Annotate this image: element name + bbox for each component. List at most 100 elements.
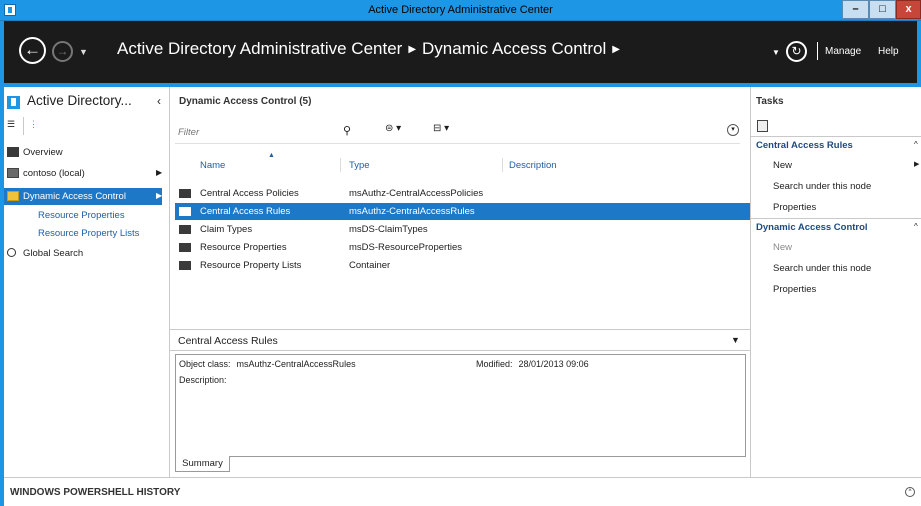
domain-icon bbox=[7, 168, 19, 178]
navigation-pane-title[interactable]: Active Directory... bbox=[27, 93, 132, 108]
task-new[interactable]: New ▶ bbox=[751, 157, 921, 174]
expand-arrow-icon[interactable]: ▶ bbox=[156, 168, 162, 177]
nav-item-label: Resource Property Lists bbox=[38, 228, 140, 239]
breadcrumb-item-adac[interactable]: Active Directory Administrative Center bbox=[117, 39, 402, 58]
nav-item-domain[interactable]: contoso (local) ▶ bbox=[4, 165, 162, 182]
description-field: Description: bbox=[179, 375, 227, 385]
nav-item-overview[interactable]: Overview bbox=[4, 144, 162, 161]
filter-input[interactable] bbox=[178, 124, 358, 141]
nav-item-global-search[interactable]: Global Search bbox=[4, 245, 162, 262]
cell-name: Resource Properties bbox=[200, 242, 287, 253]
preview-header[interactable]: Central Access Rules ▼ bbox=[170, 329, 751, 351]
container-icon bbox=[179, 207, 191, 216]
nav-item-label: Dynamic Access Control bbox=[23, 191, 126, 202]
task-group-central-access-rules[interactable]: Central Access Rules ^ bbox=[751, 136, 921, 153]
task-search-under-node[interactable]: Search under this node bbox=[751, 178, 921, 195]
nav-item-dynamic-access-control[interactable]: Dynamic Access Control ▶ bbox=[4, 188, 162, 205]
expand-arrow-icon[interactable]: ▶ bbox=[156, 191, 162, 200]
breadcrumb-expand-icon[interactable]: ▶ bbox=[606, 44, 626, 55]
expand-history-icon[interactable]: ^ bbox=[905, 487, 915, 497]
breadcrumb: Active Directory Administrative Center ▶ D… bbox=[117, 39, 626, 59]
preview-title: Central Access Rules bbox=[178, 335, 278, 347]
expand-filter-icon[interactable]: ▾ bbox=[727, 124, 739, 136]
nav-item-resource-properties[interactable]: Resource Properties bbox=[4, 207, 162, 224]
table-row[interactable]: Claim Types msDS-ClaimTypes bbox=[175, 221, 750, 238]
preview-summary: Object class: msAuthz-CentralAccessRules … bbox=[175, 354, 746, 457]
breadcrumb-separator-icon[interactable]: ▶ bbox=[402, 44, 422, 55]
column-header-row: ▲ Name Type Description bbox=[175, 152, 750, 174]
view-options-icon[interactable]: ⊜ ▾ bbox=[385, 123, 401, 134]
manage-menu[interactable]: Manage bbox=[825, 46, 861, 57]
tab-summary[interactable]: Summary bbox=[175, 456, 230, 472]
column-divider[interactable] bbox=[340, 158, 341, 172]
task-label: Search under this node bbox=[773, 263, 872, 274]
help-menu[interactable]: Help bbox=[878, 46, 899, 57]
cell-type: msAuthz-CentralAccessPolicies bbox=[349, 188, 484, 199]
powershell-history-label: WINDOWS POWERSHELL HISTORY bbox=[10, 487, 181, 498]
collapse-group-icon[interactable]: ^ bbox=[914, 222, 918, 231]
dropdown-icon[interactable]: ▼ bbox=[772, 48, 780, 57]
task-group-dynamic-access-control[interactable]: Dynamic Access Control ^ bbox=[751, 218, 921, 235]
task-group-label: Dynamic Access Control bbox=[756, 222, 868, 233]
object-class-label: Object class: bbox=[179, 359, 231, 369]
nav-item-resource-property-lists[interactable]: Resource Property Lists bbox=[4, 225, 162, 242]
tasks-pane: Tasks Central Access Rules ^ New ▶ Searc… bbox=[751, 87, 921, 477]
column-header-description[interactable]: Description bbox=[509, 160, 557, 171]
column-header-type[interactable]: Type bbox=[349, 160, 370, 171]
cell-name: Central Access Rules bbox=[200, 206, 291, 217]
modified-value: 28/01/2013 09:06 bbox=[518, 359, 589, 369]
task-label: New bbox=[773, 242, 793, 253]
navigation-header: ← → ▼ Active Directory Administrative Ce… bbox=[0, 21, 921, 87]
nav-item-label: Resource Properties bbox=[38, 210, 125, 221]
task-label: New bbox=[773, 160, 793, 171]
overview-icon bbox=[7, 147, 19, 157]
task-new-disabled: New bbox=[751, 239, 921, 256]
navigation-pane: Active Directory... ‹ ☰ ⋮ Overview conto… bbox=[4, 87, 170, 477]
forward-arrow-icon[interactable]: → bbox=[52, 41, 73, 62]
cell-name: Central Access Policies bbox=[200, 188, 299, 199]
container-icon bbox=[179, 189, 191, 198]
task-search-under-node[interactable]: Search under this node bbox=[751, 260, 921, 277]
task-label: Properties bbox=[773, 284, 817, 295]
container-icon bbox=[179, 243, 191, 252]
nav-item-label: contoso (local) bbox=[23, 168, 85, 179]
cell-type: msAuthz-CentralAccessRules bbox=[349, 206, 475, 217]
collapse-preview-icon[interactable]: ▼ bbox=[731, 335, 740, 345]
navigation-pane-header: Active Directory... ‹ bbox=[4, 93, 170, 113]
save-query-icon[interactable]: ⊟ ▾ bbox=[433, 123, 449, 134]
powershell-history-bar[interactable]: WINDOWS POWERSHELL HISTORY ^ bbox=[4, 477, 921, 506]
close-button[interactable]: x bbox=[896, 0, 921, 19]
view-divider bbox=[23, 117, 24, 135]
content-title: Dynamic Access Control (5) bbox=[179, 96, 312, 107]
collapse-group-icon[interactable]: ^ bbox=[914, 140, 918, 149]
clipboard-icon[interactable] bbox=[757, 120, 768, 132]
tree-view-icon[interactable]: ⋮ bbox=[29, 119, 40, 130]
window-title: Active Directory Administrative Center bbox=[368, 4, 553, 16]
task-properties[interactable]: Properties bbox=[751, 281, 921, 298]
cell-name: Claim Types bbox=[200, 224, 253, 235]
container-icon bbox=[179, 261, 191, 270]
table-row[interactable]: Resource Properties msDS-ResourcePropert… bbox=[175, 239, 750, 256]
task-properties[interactable]: Properties bbox=[751, 199, 921, 216]
minimize-button[interactable]: – bbox=[842, 0, 869, 19]
container-icon bbox=[179, 225, 191, 234]
object-class-field: Object class: msAuthz-CentralAccessRules bbox=[179, 359, 356, 369]
breadcrumb-item-dac[interactable]: Dynamic Access Control bbox=[422, 39, 606, 58]
list-view-icon[interactable]: ☰ bbox=[7, 119, 18, 130]
sort-ascending-icon: ▲ bbox=[268, 152, 275, 159]
search-icon[interactable]: ⚲ bbox=[343, 124, 351, 137]
cell-type: Container bbox=[349, 260, 391, 271]
table-row[interactable]: Resource Property Lists Container bbox=[175, 257, 750, 274]
column-header-name[interactable]: Name bbox=[200, 160, 225, 171]
table-row[interactable]: Central Access Policies msAuthz-CentralA… bbox=[175, 185, 750, 202]
submenu-arrow-icon: ▶ bbox=[914, 161, 920, 168]
table-row[interactable]: Central Access Rules msAuthz-CentralAcce… bbox=[175, 203, 750, 220]
cell-type: msDS-ClaimTypes bbox=[349, 224, 428, 235]
back-arrow-icon[interactable]: ← bbox=[19, 37, 46, 64]
column-divider[interactable] bbox=[502, 158, 503, 172]
maximize-button[interactable]: □ bbox=[869, 0, 896, 19]
refresh-icon[interactable]: ↻ bbox=[786, 41, 807, 62]
title-bar: Active Directory Administrative Center –… bbox=[0, 0, 921, 21]
history-dropdown-icon[interactable]: ▼ bbox=[79, 47, 88, 57]
collapse-pane-icon[interactable]: ‹ bbox=[157, 94, 161, 108]
